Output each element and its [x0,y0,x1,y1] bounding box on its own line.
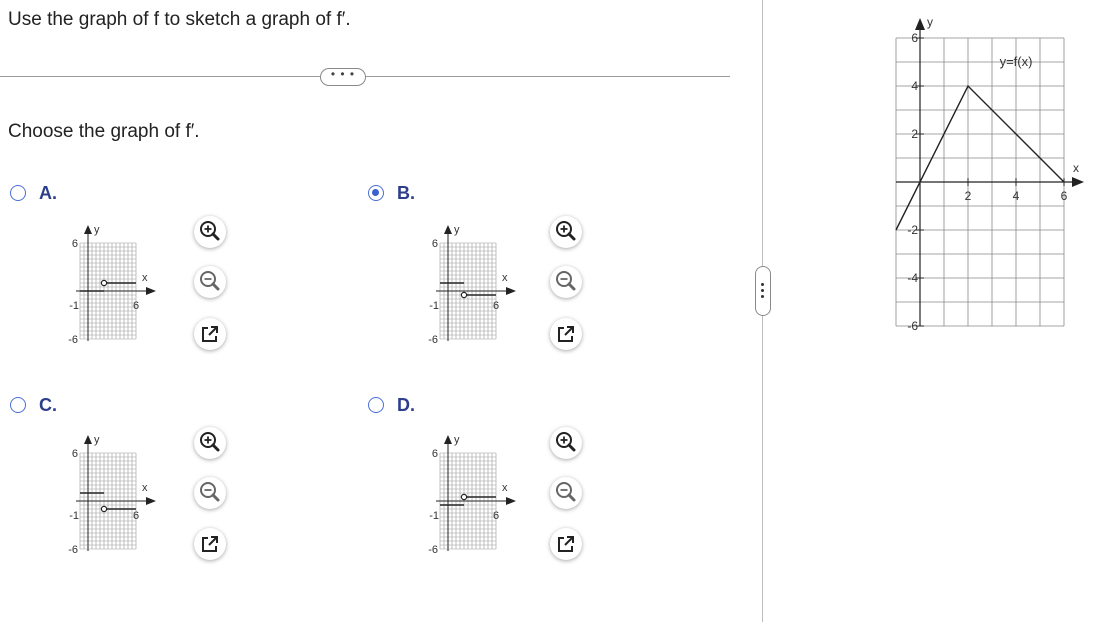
option-b-label: B. [397,183,415,203]
y-axis-arrow [84,435,92,444]
zoom-out-icon [200,271,220,291]
option-a-zoom-in-button[interactable] [194,216,226,248]
x-axis-label: x [502,482,508,494]
y-axis-label: y [454,434,460,446]
option-a-radio[interactable] [10,185,26,201]
option-d-graph: y x 6 -6 -1 6 [428,434,516,556]
zoom-out-icon [556,482,576,502]
option-c-label: C. [39,395,57,415]
x-tick-label: 6 [133,510,139,522]
option-c-open-button[interactable] [194,528,226,560]
x-axis-arrow [146,497,156,505]
y-tick-label: 6 [911,31,918,45]
option-b-zoom-in-button[interactable] [550,216,582,248]
y-axis-arrow [915,18,925,30]
y-tick-label: -6 [907,319,918,333]
open-endpoint [460,493,468,501]
option-b-zoom-out-button[interactable] [550,266,582,298]
x-tick-label: 6 [133,300,139,312]
zoom-in-icon [556,221,576,241]
zoom-in-icon [200,221,220,241]
open-endpoint [100,505,108,513]
open-endpoint [460,291,468,299]
x-tick-label: -1 [69,510,79,522]
y-axis-label: y [454,224,460,236]
y-tick-label: 6 [432,238,438,250]
x-axis-label: x [142,482,148,494]
prompt-text: Choose the graph of f′. [8,121,200,142]
option-b-graph: y x 6 -6 -1 6 [428,224,516,346]
y-tick-label: -2 [907,223,918,237]
y-tick-label: -6 [68,334,78,346]
x-tick-label: -1 [429,510,439,522]
y-tick-label: 6 [72,238,78,250]
x-tick-label: 6 [493,300,499,312]
zoom-out-icon [556,271,576,291]
pane-resize-handle[interactable] [755,266,771,316]
open-in-new-window-icon [558,536,574,552]
option-b-radio[interactable] [368,185,384,201]
y-axis-label: y [94,224,100,236]
question-text: Use the graph of f to sketch a graph of … [8,9,351,30]
y-axis-label: y [927,15,933,29]
option-d[interactable]: D. [368,395,428,417]
zoom-in-icon [200,432,220,452]
option-b[interactable]: B. [368,183,428,205]
x-axis-label: x [502,272,508,284]
function-label: y=f(x) [1000,54,1033,69]
zoom-in-icon [556,432,576,452]
option-b-open-button[interactable] [550,318,582,350]
open-in-new-window-icon [558,326,574,342]
open-in-new-window-icon [202,536,218,552]
x-axis-arrow [146,287,156,295]
option-c[interactable]: C. [10,395,70,417]
x-tick-label: 2 [965,189,972,203]
option-d-zoom-in-button[interactable] [550,427,582,459]
y-axis-label: y [94,434,100,446]
option-c-graph: y x 6 -6 -1 6 [68,434,156,556]
y-axis-arrow [444,435,452,444]
y-tick-label: 6 [432,448,438,460]
option-a-label: A. [39,183,57,203]
option-a-zoom-out-button[interactable] [194,266,226,298]
open-in-new-window-icon [202,326,218,342]
y-tick-label: 4 [911,79,918,93]
zoom-out-icon [200,482,220,502]
y-tick-label: 6 [72,448,78,460]
x-axis-arrow [506,497,516,505]
y-axis-arrow [444,225,452,234]
x-axis-arrow [1072,177,1084,187]
option-a[interactable]: A. [10,183,70,205]
x-tick-label: 6 [1061,189,1068,203]
option-c-zoom-in-button[interactable] [194,427,226,459]
x-tick-label: 6 [493,510,499,522]
y-tick-label: -4 [907,271,918,285]
option-d-label: D. [397,395,415,415]
y-tick-label: -6 [68,544,78,556]
x-tick-label: -1 [429,300,439,312]
y-tick-label: 2 [911,127,918,141]
x-tick-label: -1 [69,300,79,312]
open-endpoint [100,279,108,287]
x-tick-label: 4 [1013,189,1020,203]
option-c-radio[interactable] [10,397,26,413]
y-axis-arrow [84,225,92,234]
option-c-zoom-out-button[interactable] [194,477,226,509]
option-d-open-button[interactable] [550,528,582,560]
x-axis-label: x [1073,161,1079,175]
y-tick-label: -6 [428,334,438,346]
x-axis-label: x [142,272,148,284]
option-d-radio[interactable] [368,397,384,413]
expand-button[interactable]: • • • [320,68,366,86]
x-axis-arrow [506,287,516,295]
option-a-open-button[interactable] [194,318,226,350]
option-a-graph: y x 6 -6 -1 6 [68,224,156,346]
f-graph: yx642-2-4-62 4 6y=f(x) [895,15,1084,333]
option-d-zoom-out-button[interactable] [550,477,582,509]
y-tick-label: -6 [428,544,438,556]
